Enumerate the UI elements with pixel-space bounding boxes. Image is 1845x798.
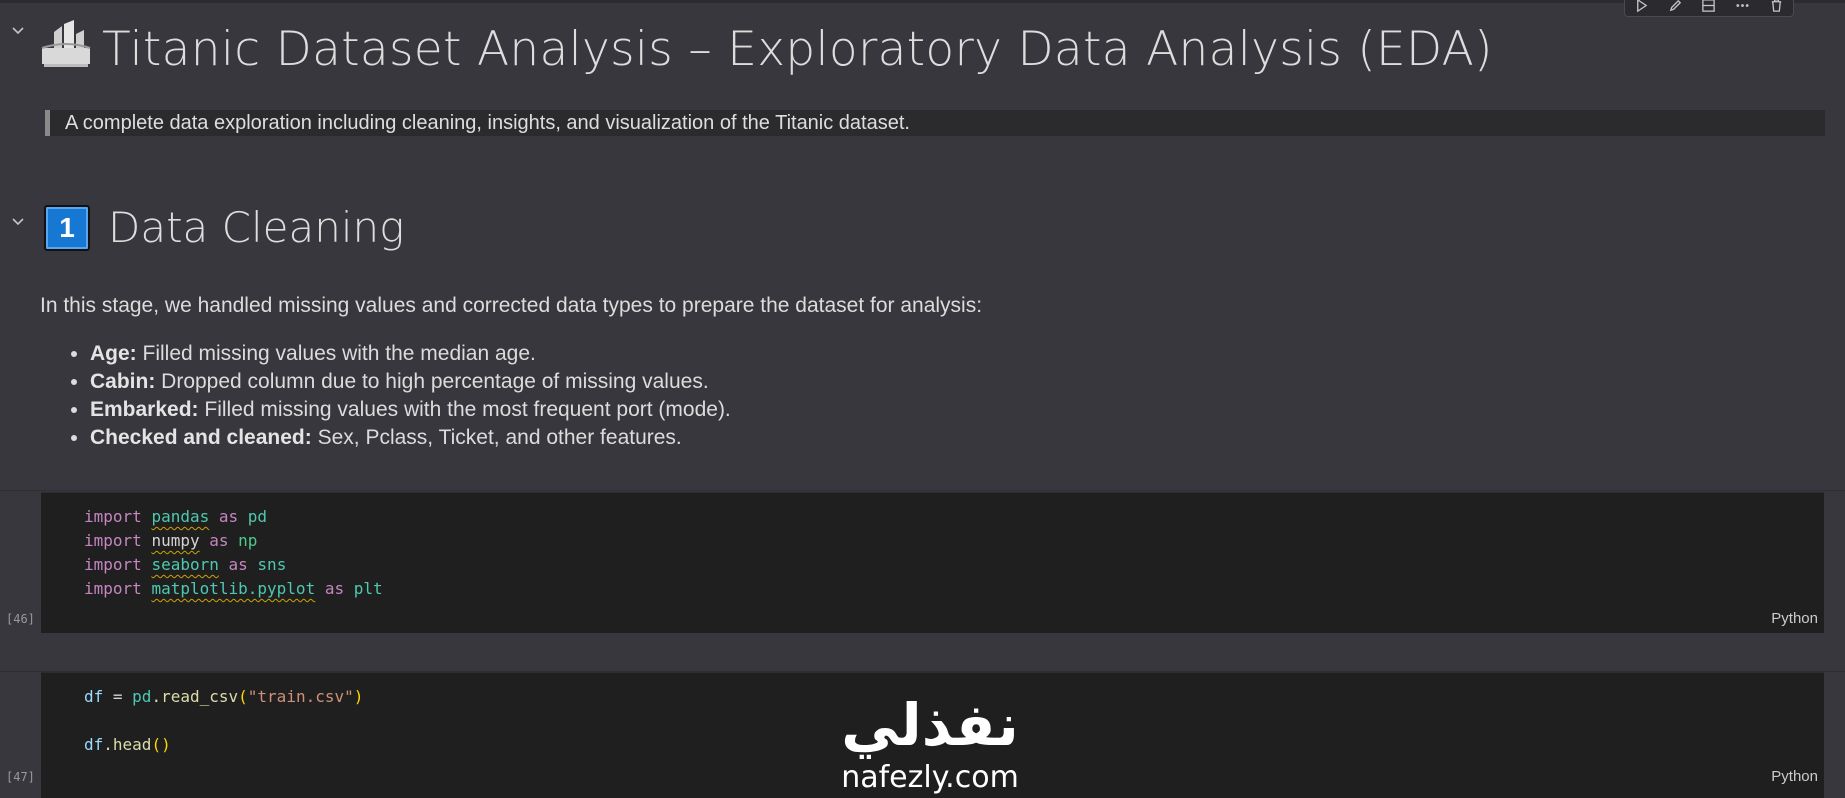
split-cell-icon[interactable] (1700, 0, 1718, 14)
more-icon[interactable] (1734, 0, 1752, 14)
list-item: Checked and cleaned: Sex, Pclass, Ticket… (90, 424, 731, 452)
page-title: Titanic Dataset Analysis – Exploratory D… (40, 18, 1493, 80)
ship-icon (40, 18, 102, 80)
execution-count: [47] (6, 770, 35, 784)
code-cell[interactable]: import pandas as pd import numpy as np i… (41, 492, 1824, 633)
section-title: 1 Data Cleaning (44, 203, 404, 252)
code-editor[interactable]: import pandas as pd import numpy as np i… (84, 505, 383, 601)
edit-icon[interactable] (1666, 0, 1684, 14)
blockquote: A complete data exploration including cl… (45, 110, 1825, 136)
language-label[interactable]: Python (1771, 610, 1818, 627)
list-item: Age: Filled missing values with the medi… (90, 340, 731, 368)
code-cell[interactable]: df = pd.read_csv("train.csv") df.head() … (41, 672, 1824, 798)
code-editor[interactable]: df = pd.read_csv("train.csv") df.head() (84, 685, 363, 757)
cell-toolbar (1624, 0, 1794, 17)
run-cell-icon[interactable] (1633, 0, 1651, 14)
number-one-badge: 1 (44, 204, 90, 251)
section-intro: In this stage, we handled missing values… (40, 294, 983, 317)
collapse-chevron-icon[interactable] (10, 22, 26, 38)
cell-divider (0, 490, 1845, 491)
execution-count: [46] (6, 612, 35, 626)
collapse-chevron-icon[interactable] (10, 213, 26, 229)
section-title-text: Data Cleaning (108, 203, 405, 252)
list-item: Embarked: Filled missing values with the… (90, 396, 731, 424)
page-title-text: Titanic Dataset Analysis – Exploratory D… (102, 21, 1493, 77)
delete-icon[interactable] (1767, 0, 1785, 14)
top-border (0, 0, 1845, 3)
list-item: Cabin: Dropped column due to high percen… (90, 368, 731, 396)
language-label[interactable]: Python (1771, 768, 1818, 785)
cleaning-steps-list: Age: Filled missing values with the medi… (60, 340, 731, 452)
